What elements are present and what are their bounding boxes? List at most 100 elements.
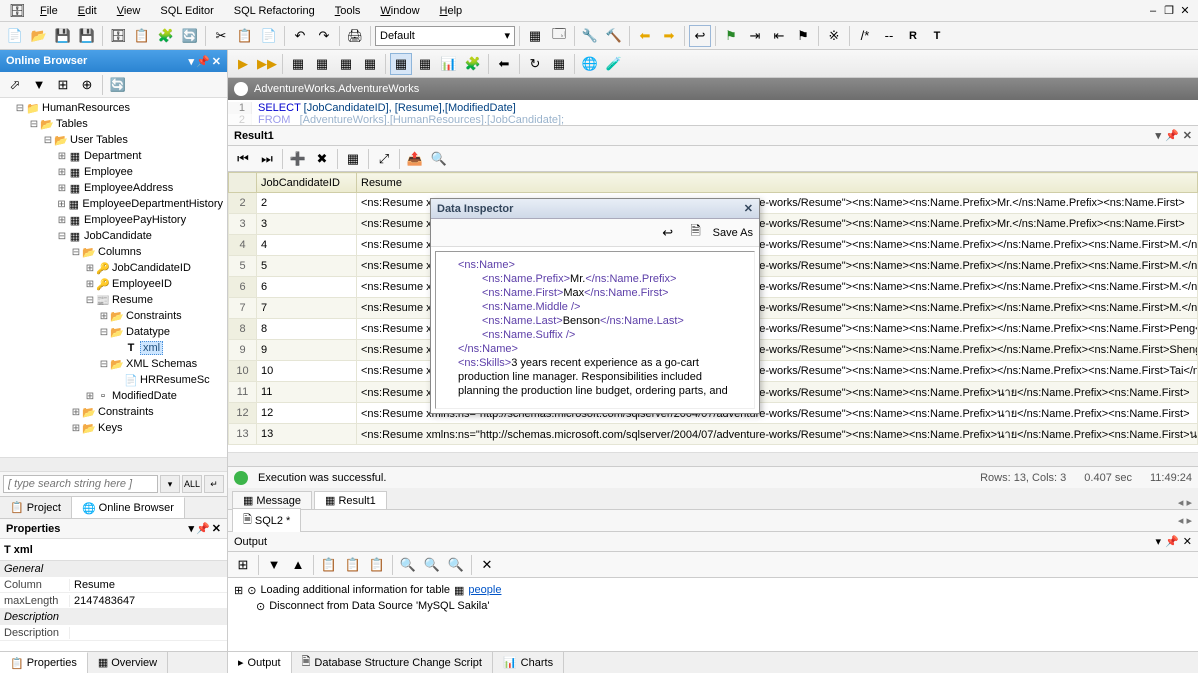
copy-icon[interactable]: 📋 bbox=[234, 25, 256, 47]
tb-icon-1[interactable]: ▦ bbox=[524, 25, 546, 47]
output-menu-icon[interactable]: ▾ bbox=[1156, 535, 1162, 548]
run-step-icon[interactable]: ▶▶ bbox=[256, 53, 278, 75]
tab-message[interactable]: ▦ Message bbox=[232, 491, 312, 509]
run-icon[interactable]: ▶ bbox=[232, 53, 254, 75]
out-copy3-icon[interactable]: 📋 bbox=[366, 554, 388, 576]
filter-icon[interactable]: ▼ bbox=[28, 74, 50, 96]
output-link-people[interactable]: people bbox=[468, 584, 501, 596]
region-icon[interactable]: ※ bbox=[823, 25, 845, 47]
sqltab-nav-right-icon[interactable]: ▸ bbox=[1186, 515, 1192, 527]
tab-result1[interactable]: ▦ Result1 bbox=[314, 491, 387, 509]
output-close-icon[interactable]: ✕ bbox=[1183, 535, 1192, 548]
tb-icon-5[interactable]: ⬅ bbox=[634, 25, 656, 47]
tb-icon-3[interactable]: 🔧 bbox=[579, 25, 601, 47]
tab-project[interactable]: 📋 Project bbox=[0, 497, 72, 518]
out-up-icon[interactable]: ▲ bbox=[287, 554, 309, 576]
inspector-body[interactable]: <ns:Name> <ns:Name.Prefix>Mr.</ns:Name.P… bbox=[435, 251, 755, 409]
result-menu-icon[interactable]: ▾ bbox=[1156, 129, 1162, 142]
menu-sqleditor[interactable]: SQL Editor bbox=[152, 3, 221, 19]
out-clear-icon[interactable]: ✕ bbox=[476, 554, 498, 576]
tab-properties[interactable]: 📋 Properties bbox=[0, 652, 88, 673]
close-icon[interactable]: ✕ bbox=[1178, 4, 1192, 18]
out-tree-icon[interactable]: ⊞ bbox=[232, 554, 254, 576]
linecomment-icon[interactable]: -- bbox=[878, 25, 900, 47]
last-icon[interactable]: ⏭ bbox=[256, 148, 278, 170]
bookmark-next-icon[interactable]: ⇥ bbox=[744, 25, 766, 47]
inspector-wrap-icon[interactable]: ↩ bbox=[657, 222, 679, 244]
restore-icon[interactable]: ❐ bbox=[1162, 4, 1176, 18]
menu-window[interactable]: Window bbox=[372, 3, 427, 19]
chart-icon[interactable]: 📊 bbox=[438, 53, 460, 75]
refresh2-icon[interactable]: ↻ bbox=[524, 53, 546, 75]
wrap-icon[interactable]: ↩ bbox=[689, 25, 711, 47]
nav-icon[interactable]: ⬀ bbox=[4, 74, 26, 96]
tab-dbscript[interactable]: 🗎 Database Structure Change Script bbox=[292, 652, 493, 673]
bookmark-prev-icon[interactable]: ⇤ bbox=[768, 25, 790, 47]
tree-toggle-icon[interactable]: ⊞ bbox=[234, 584, 243, 597]
out-down-icon[interactable]: ▼ bbox=[263, 554, 285, 576]
tree-search-input[interactable] bbox=[3, 475, 158, 493]
col-header-resume[interactable]: Resume bbox=[357, 173, 1198, 193]
search-go-icon[interactable]: ↵ bbox=[204, 475, 224, 493]
prop-pin-icon[interactable]: 📌 bbox=[196, 522, 210, 535]
export-icon[interactable]: ⬅ bbox=[493, 53, 515, 75]
result-pin-icon[interactable]: 📌 bbox=[1165, 129, 1179, 142]
find-icon[interactable]: 🔍 bbox=[428, 148, 450, 170]
t-icon[interactable]: T bbox=[926, 25, 948, 47]
tb-icon-4[interactable]: 🔨 bbox=[603, 25, 625, 47]
out-findprev-icon[interactable]: 🔍 bbox=[445, 554, 467, 576]
tab-sql2[interactable]: 🗎 SQL2 * bbox=[232, 508, 301, 533]
sqltab-nav-left-icon[interactable]: ◂ bbox=[1178, 515, 1184, 527]
tab-output[interactable]: ▸ Output bbox=[228, 652, 292, 673]
expand-icon[interactable]: ⤢ bbox=[373, 148, 395, 170]
search-all-button[interactable]: ALL bbox=[182, 475, 202, 493]
output-pin-icon[interactable]: 📌 bbox=[1165, 535, 1179, 548]
expand-icon[interactable]: ⊞ bbox=[52, 74, 74, 96]
globe-icon[interactable]: 🌐 bbox=[579, 53, 601, 75]
r-icon[interactable]: R bbox=[902, 25, 924, 47]
first-icon[interactable]: ⏮ bbox=[232, 148, 254, 170]
object-tree[interactable]: ⊟📁HumanResources ⊟📂Tables ⊟📂User Tables … bbox=[0, 98, 227, 457]
tab-charts[interactable]: 📊 Charts bbox=[493, 652, 564, 673]
export-result-icon[interactable]: 📤 bbox=[404, 148, 426, 170]
compare-icon[interactable]: 🧩 bbox=[155, 25, 177, 47]
out-find-icon[interactable]: 🔍 bbox=[397, 554, 419, 576]
grid-hscroll[interactable] bbox=[228, 452, 1198, 466]
commit-icon[interactable]: ▦ bbox=[342, 148, 364, 170]
menu-edit[interactable]: Edit bbox=[70, 3, 105, 19]
open-icon[interactable]: 📂 bbox=[28, 25, 50, 47]
form-icon[interactable]: ▦ bbox=[414, 53, 436, 75]
new-icon[interactable]: 📋 bbox=[131, 25, 153, 47]
menu-tools[interactable]: Tools bbox=[327, 3, 369, 19]
tb-icon-6[interactable]: ➡ bbox=[658, 25, 680, 47]
bookmark-clear-icon[interactable]: ⚑ bbox=[792, 25, 814, 47]
save-icon[interactable]: 💾 bbox=[52, 25, 74, 47]
minimize-icon[interactable]: ‒ bbox=[1146, 4, 1160, 18]
col-header-jobcandidateid[interactable]: JobCandidateID bbox=[257, 173, 357, 193]
menu-file[interactable]: FFileile bbox=[32, 3, 66, 19]
sync-icon[interactable]: 🔄 bbox=[179, 25, 201, 47]
cut-icon[interactable]: ✂ bbox=[210, 25, 232, 47]
pivot-icon[interactable]: 🧩 bbox=[462, 53, 484, 75]
config-combo[interactable]: Default▾ bbox=[375, 26, 515, 46]
out-copy-icon[interactable]: 📋 bbox=[318, 554, 340, 576]
et-icon-2[interactable]: ▦ bbox=[311, 53, 333, 75]
out-copy2-icon[interactable]: 📋 bbox=[342, 554, 364, 576]
grid-icon[interactable]: ▦ bbox=[390, 53, 412, 75]
redo-icon[interactable]: ↷ bbox=[313, 25, 335, 47]
panel-close-icon[interactable]: ✕ bbox=[212, 55, 221, 68]
comment-icon[interactable]: /* bbox=[854, 25, 876, 47]
autohide-icon[interactable]: 📌 bbox=[196, 55, 210, 68]
prop-close-icon[interactable]: ✕ bbox=[212, 522, 221, 535]
new-file-icon[interactable]: 📄 bbox=[4, 25, 26, 47]
del-row-icon[interactable]: ✖ bbox=[311, 148, 333, 170]
tab-overview[interactable]: ▦ Overview bbox=[88, 652, 168, 673]
tb-icon-2[interactable]: 🗔 bbox=[548, 25, 570, 47]
et-icon-3[interactable]: ▦ bbox=[335, 53, 357, 75]
stop-icon[interactable]: ▦ bbox=[548, 53, 570, 75]
prop-menu-icon[interactable]: ▾ bbox=[189, 522, 195, 535]
db-icon[interactable]: 🗄 bbox=[107, 25, 129, 47]
sql-editor[interactable]: 1SELECT [JobCandidateID], [Resume],[Modi… bbox=[228, 100, 1198, 126]
inspector-save-as[interactable]: Save As bbox=[713, 227, 753, 239]
table-row[interactable]: 1313<ns:Resume xmlns:ns="http://schemas.… bbox=[229, 424, 1198, 445]
